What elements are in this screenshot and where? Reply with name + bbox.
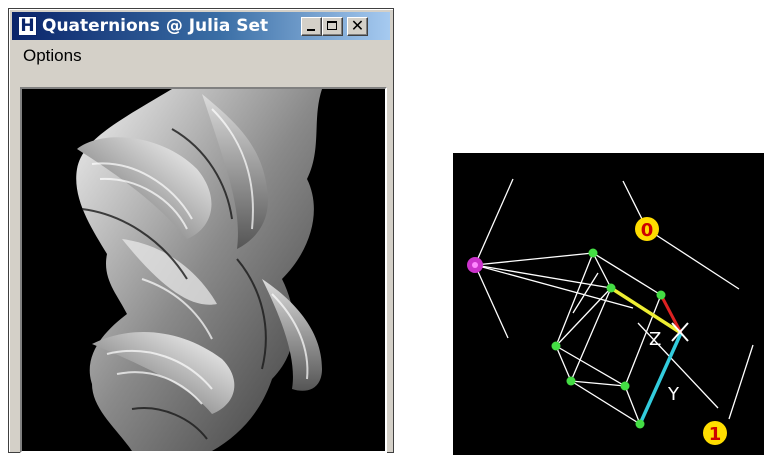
close-icon: ✕ — [350, 16, 365, 35]
julia-set-render — [22, 89, 385, 451]
app-icon[interactable]: H — [18, 16, 37, 36]
title-bar[interactable]: H Quaternions @ Julia Set ✕ — [12, 12, 390, 40]
minimize-button[interactable] — [301, 17, 322, 36]
maximize-icon — [327, 21, 337, 30]
marker-one-label: 1 — [709, 424, 722, 445]
node — [620, 381, 630, 391]
close-button[interactable]: ✕ — [347, 17, 368, 36]
window-title: Quaternions @ Julia Set — [42, 16, 269, 36]
z-axis-label: Z — [649, 329, 661, 350]
julia-set-window: H Quaternions @ Julia Set ✕ Options — [8, 8, 394, 453]
projection-diagram-svg: Z Y 0 1 — [467, 178, 754, 445]
marker-zero-label: 0 — [641, 220, 654, 241]
menu-options[interactable]: Options — [23, 47, 82, 65]
quaternion-diagram: Z Y 0 1 — [453, 153, 764, 455]
node — [606, 283, 616, 293]
y-axis-label: Y — [667, 384, 680, 405]
node — [656, 290, 666, 300]
eye-point-center — [472, 262, 478, 268]
node — [635, 419, 645, 429]
node — [551, 341, 561, 351]
maximize-button[interactable] — [322, 17, 343, 36]
node — [566, 376, 576, 386]
node — [588, 248, 598, 258]
fractal-canvas[interactable] — [20, 87, 387, 453]
minimize-icon — [307, 29, 315, 31]
projection-lines — [474, 178, 754, 425]
menu-bar: Options — [12, 42, 390, 66]
